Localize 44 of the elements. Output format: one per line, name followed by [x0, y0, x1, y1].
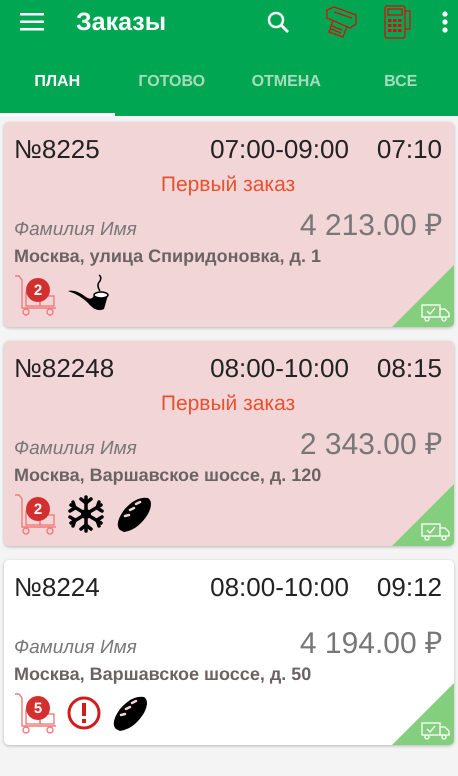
delivery-window: 08:00-10:00 [210, 572, 349, 603]
tab[interactable]: ГОТОВО [114, 44, 229, 116]
customer-name: Фамилия Имя [14, 637, 138, 659]
card-terminal-button[interactable] [384, 5, 412, 39]
order-total: 4 194.00 ₽ [300, 626, 442, 662]
tab[interactable]: ПЛАН [0, 44, 114, 116]
tab[interactable]: ОТМЕНА [229, 44, 344, 116]
order-card[interactable]: №82248 08:00-10:00 08:15 Первый заказ Фамилия Имя 2 343.00 ₽ Москва, Варшавское шоссе, д. 120 2 [4, 341, 454, 546]
order-time: 09:12 [376, 572, 442, 603]
order-card[interactable]: №8225 07:00-09:00 07:10 Первый заказ Фамилия Имя 4 213.00 ₽ Москва, улица Спиридоновка, д. 1 2 [4, 122, 454, 327]
order-note: Первый заказ [160, 392, 296, 416]
cart-icon [14, 692, 58, 734]
order-total: 4 213.00 ₽ [300, 208, 442, 244]
order-note: Первый заказ [160, 173, 296, 197]
cart-icon [14, 274, 58, 316]
delivered-corner [392, 683, 454, 745]
snowflake-icon [66, 494, 106, 534]
delivery-address: Москва, Варшавское шоссе, д. 50 [14, 664, 312, 685]
order-time: 07:10 [376, 134, 442, 165]
search-button[interactable] [266, 10, 290, 34]
customer-name: Фамилия Имя [14, 219, 138, 241]
order-number: №8224 [14, 572, 101, 603]
delivered-corner [392, 484, 454, 546]
delivery-window: 07:00-09:00 [210, 134, 349, 165]
more-button[interactable] [442, 11, 448, 33]
order-time: 08:15 [376, 353, 442, 384]
menu-button[interactable] [20, 13, 44, 31]
delivery-address: Москва, Варшавское шоссе, д. 120 [14, 465, 322, 486]
cart-count-badge: 2 [26, 278, 50, 302]
customer-name: Фамилия Имя [14, 438, 138, 460]
order-number: №8225 [14, 134, 101, 165]
cart-icon [14, 493, 58, 535]
app-title: Заказы [76, 8, 168, 36]
delivery-address: Москва, улица Спиридоновка, д. 1 [14, 246, 322, 267]
order-card[interactable]: №8224 08:00-10:00 09:12 Фамилия Имя 4 194.00 ₽ Москва, Варшавское шоссе, д. 50 5 [4, 560, 454, 745]
printer-button[interactable] [324, 6, 358, 38]
cart-count-badge: 2 [26, 497, 50, 521]
alert-icon [66, 695, 102, 731]
delivery-window: 08:00-10:00 [210, 353, 349, 384]
order-total: 2 343.00 ₽ [300, 427, 442, 463]
tab[interactable]: ВСЕ [344, 44, 458, 116]
cart-count-badge: 5 [26, 696, 50, 720]
order-number: №82248 [14, 353, 116, 384]
delivered-corner [392, 265, 454, 327]
